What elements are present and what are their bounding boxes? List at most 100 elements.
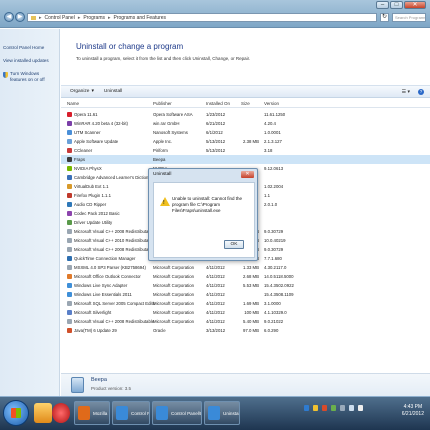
- program-row[interactable]: Java(TM) 6 Update 29 Oracle 3/13/2012 97.0 …: [61, 326, 430, 335]
- program-row[interactable]: Microsoft Office Outlook Connector Micros…: [61, 272, 430, 281]
- column-header-installed-on[interactable]: Installed On: [206, 101, 230, 106]
- back-button[interactable]: ◀: [4, 12, 14, 22]
- program-row[interactable]: Microsoft Silverlight Microsoft Corporati…: [61, 308, 430, 317]
- forward-button[interactable]: ▶: [15, 12, 25, 22]
- task-label: Uninstall: [223, 410, 239, 416]
- breadcrumb-control-panel[interactable]: Control Panel: [45, 15, 75, 21]
- program-row[interactable]: Microsoft SQL Server 2005 Compact Editio…: [61, 299, 430, 308]
- taskbar-button[interactable]: Mozilla Firefox: [74, 401, 110, 425]
- view-controls: ☰ ▾ ?: [402, 89, 424, 95]
- window-titlebar: – □ ✕ ◀ ▶ ▸ Control Panel ▸ Programs ▸ P…: [0, 0, 430, 28]
- column-header-name[interactable]: Name: [67, 101, 79, 106]
- opera-pinned-icon[interactable]: [52, 403, 70, 423]
- close-button[interactable]: ✕: [404, 1, 426, 9]
- program-icon: [67, 256, 72, 261]
- program-version: 4.20.4: [264, 121, 276, 126]
- program-row[interactable]: CCleaner Piriform 5/13/2012 3.18: [61, 146, 430, 155]
- program-name: Audio CD Ripper: [74, 202, 107, 207]
- search-input[interactable]: Search Programs and Features: [392, 13, 426, 22]
- program-icon: [67, 310, 72, 315]
- maximize-button[interactable]: □: [390, 1, 403, 9]
- breadcrumb-programs-and-features[interactable]: Programs and Features: [114, 15, 167, 21]
- program-row[interactable]: Microsoft Visual C++ 2008 Redistributabl…: [61, 317, 430, 326]
- program-row[interactable]: Fraps Beepa: [61, 155, 430, 164]
- program-row[interactable]: Apple Software Update Apple Inc. 5/13/2012…: [61, 137, 430, 146]
- column-header-version[interactable]: Version: [264, 101, 279, 106]
- tray-app-icon[interactable]: [322, 405, 327, 411]
- program-name: Microsoft Visual C++ 2008 Redistributabl…: [74, 319, 155, 324]
- program-publisher: Piriform: [153, 148, 168, 153]
- program-name-cell: Driver Update Utility: [67, 220, 155, 225]
- control-panel-home-link[interactable]: Control Panel Home: [3, 45, 56, 51]
- warning-icon: [160, 197, 170, 206]
- program-icon: [67, 121, 72, 126]
- folder-icon: [31, 15, 36, 20]
- organize-menu[interactable]: Organize ▾: [70, 89, 94, 94]
- program-icon: [67, 211, 72, 216]
- program-name: UTM Scanner: [74, 130, 101, 135]
- program-version: 2.0.1.0: [264, 202, 278, 207]
- program-icon: [67, 112, 72, 117]
- help-icon[interactable]: ?: [418, 89, 424, 95]
- dialog-close-button[interactable]: ✕: [241, 171, 254, 178]
- tray-app-icon[interactable]: [313, 405, 318, 411]
- clock[interactable]: 4:43 PM 6/21/2012: [402, 404, 424, 418]
- taskbar-button[interactable]: Uninstall: [204, 401, 240, 425]
- program-version: 7.7.1.680: [264, 256, 282, 261]
- program-icon: [67, 229, 72, 234]
- program-name-cell: Microsoft Visual C++ 2008 Redistributabl…: [67, 229, 155, 234]
- program-icon: [67, 247, 72, 252]
- program-installed-on: 5/13/2012: [206, 148, 226, 153]
- uninstall-button[interactable]: Uninstall: [104, 89, 122, 94]
- view-options-icon[interactable]: ☰ ▾: [402, 89, 410, 95]
- program-row[interactable]: WinRAR 4.20 beta 4 (32-bit) win.rar GmbH 6…: [61, 119, 430, 128]
- program-name: Microsoft SQL Server 2005 Compact Editio…: [74, 301, 155, 306]
- minimize-button[interactable]: –: [376, 1, 389, 9]
- view-installed-updates-link[interactable]: View installed updates: [3, 58, 56, 64]
- program-icon: [67, 193, 72, 198]
- column-header-publisher[interactable]: Publisher: [153, 101, 172, 106]
- volume-icon[interactable]: [358, 405, 363, 411]
- tray-app-icon[interactable]: [340, 405, 345, 411]
- warning-mark: !: [163, 200, 165, 206]
- program-version: 6.0.290: [264, 328, 279, 333]
- taskbar-button[interactable]: Control Panel\Pro...: [152, 401, 202, 425]
- network-icon[interactable]: [304, 405, 309, 411]
- column-header-size[interactable]: Size: [241, 101, 250, 106]
- program-publisher: Microsoft Corporation: [153, 274, 195, 279]
- program-name-cell: MSXML 4.0 SP3 Parser (KB2758694): [67, 265, 155, 270]
- clock-time: 4:43 PM: [403, 404, 423, 410]
- start-button[interactable]: [3, 400, 29, 426]
- program-name: Microsoft Office Outlook Connector: [74, 274, 141, 279]
- program-version: 9.12.0613: [264, 166, 284, 171]
- program-row[interactable]: Windows Live Essentials 2011 Microsoft Co…: [61, 290, 430, 299]
- windows-features-link[interactable]: Turn Windows features on or off: [3, 71, 56, 83]
- program-row[interactable]: MSXML 4.0 SP3 Parser (KB2758694) Microsof…: [61, 263, 430, 272]
- taskbar-button[interactable]: Control Panel\Pro...: [112, 401, 150, 425]
- breadcrumb-programs[interactable]: Programs: [83, 15, 105, 21]
- program-size: 5.40 MB: [242, 319, 259, 324]
- ok-button[interactable]: OK: [224, 240, 244, 249]
- refresh-icon[interactable]: ↻: [380, 13, 389, 22]
- program-publisher: Microsoft Corporation: [153, 283, 195, 288]
- program-name: Microsoft Visual C++ 2008 Redistributabl…: [74, 229, 155, 234]
- program-size: 2.38 MB: [242, 139, 259, 144]
- explorer-pinned-icon[interactable]: [34, 403, 52, 423]
- tray-app-icon[interactable]: [331, 405, 336, 411]
- flag-icon[interactable]: [349, 405, 354, 411]
- program-name-cell: QuickTime Connection Manager: [67, 256, 155, 261]
- program-version: 15.4.3508.1109: [264, 292, 294, 297]
- address-bar[interactable]: ▸ Control Panel ▸ Programs ▸ Programs an…: [27, 13, 377, 22]
- program-publisher: Nanosoft Systems: [153, 130, 188, 135]
- program-row[interactable]: Opera 11.61 Opera Software ASA 1/23/2012 11…: [61, 110, 430, 119]
- program-name: Java(TM) 6 Update 29: [74, 328, 117, 333]
- details-publisher: Beepa: [91, 377, 107, 383]
- breadcrumb-chevron-icon: ▸: [39, 14, 42, 21]
- program-row[interactable]: UTM Scanner Nanosoft Systems 6/1/2012 1.0.0…: [61, 128, 430, 137]
- program-icon: [67, 175, 72, 180]
- program-name: Apple Software Update: [74, 139, 119, 144]
- program-name-cell: Microsoft Silverlight: [67, 310, 155, 315]
- dialog-message: Unable to uninstall: Cannot find the pro…: [172, 196, 243, 213]
- uninstall-label: Uninstall: [103, 89, 123, 94]
- program-row[interactable]: Windows Live Sync Adapter Microsoft Corpo…: [61, 281, 430, 290]
